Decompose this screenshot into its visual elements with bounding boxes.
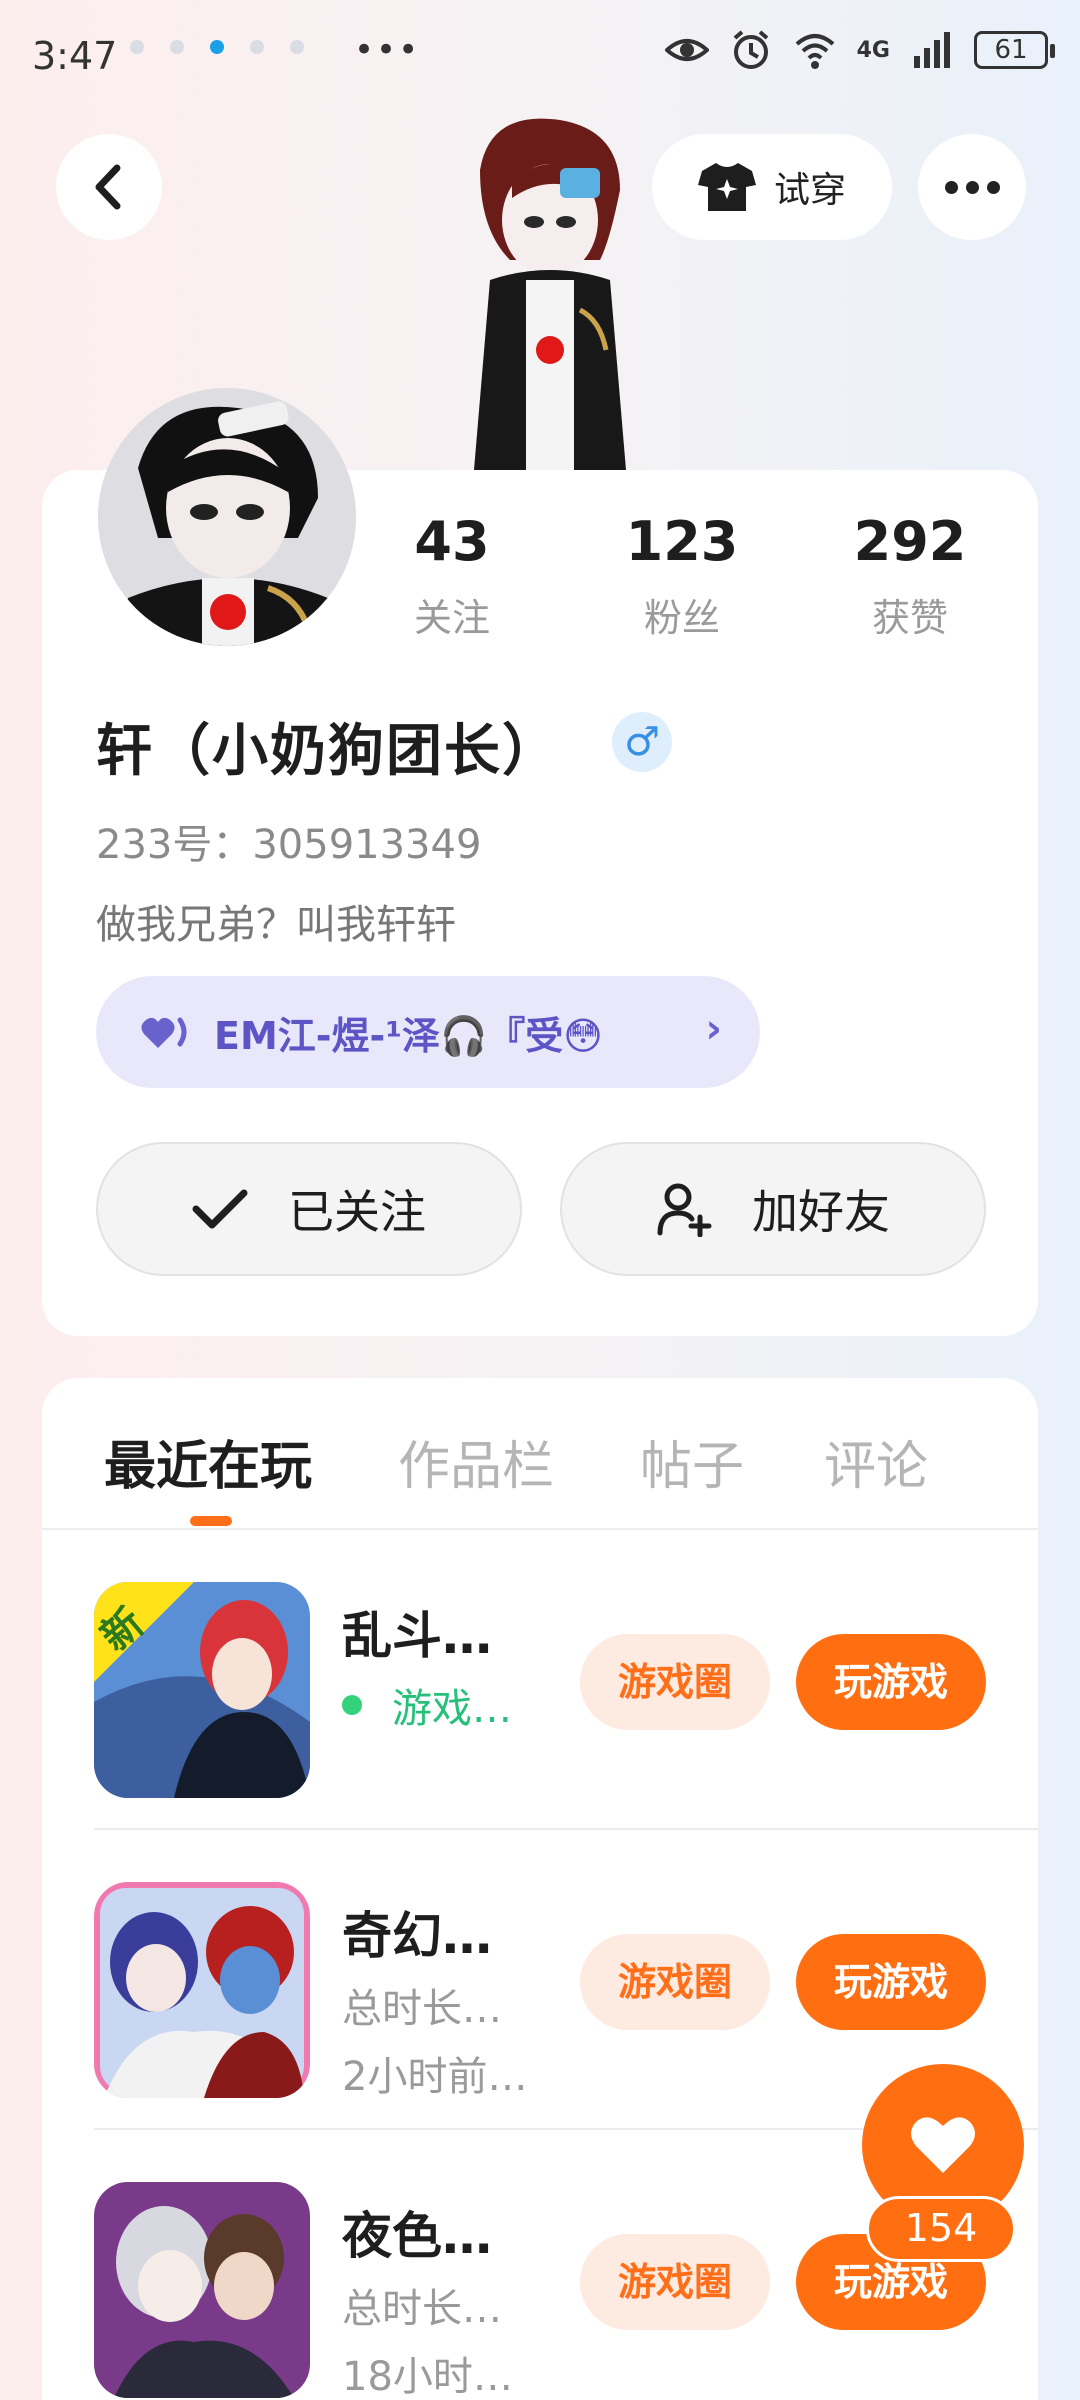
notification-icon: [290, 40, 304, 54]
heart-wave-icon: [141, 1017, 187, 1048]
more-dot: [965, 180, 979, 194]
cp-badge[interactable]: EM江-煜-¹泽🎧『受😳 ›: [96, 976, 760, 1088]
wifi-icon: [795, 34, 834, 69]
avatar-3d-figure: [450, 110, 650, 470]
game-icon[interactable]: [94, 2182, 310, 2398]
game-circle-button[interactable]: 游戏圈: [580, 1934, 770, 2030]
active-tab-indicator: [190, 1516, 232, 1526]
likes-label: 获赞: [871, 596, 948, 640]
status-right: 4G 61: [664, 28, 1055, 72]
notification-icons: [130, 40, 304, 54]
add-friend-label: 加好友: [752, 1185, 890, 1239]
game-last-played: 18小时…: [342, 2354, 513, 2400]
followers-count: 123: [625, 510, 739, 573]
tab-recently-played[interactable]: 最近在玩: [104, 1424, 312, 1499]
game-name: 乱斗…: [342, 1607, 492, 1665]
user-bio: 做我兄弟？叫我轩轩: [96, 902, 456, 948]
try-on-button[interactable]: 试穿: [652, 134, 892, 240]
stat-likes[interactable]: 292 获赞: [810, 510, 1010, 642]
back-button[interactable]: [56, 134, 162, 240]
play-game-button[interactable]: 玩游戏: [796, 1634, 986, 1730]
list-item[interactable]: 新 乱斗… 游戏… 游戏圈 玩游戏: [42, 1530, 1038, 1830]
tshirt-icon: [697, 163, 756, 211]
following-count: 43: [414, 510, 490, 573]
game-total-time: 总时长…: [342, 1986, 502, 2032]
network-type: 4G: [856, 37, 890, 63]
try-on-label: 试穿: [773, 170, 846, 211]
game-circle-button[interactable]: 游戏圈: [580, 1634, 770, 1730]
more-dot: [944, 180, 958, 194]
alarm-icon: [733, 30, 768, 69]
online-dot: [342, 1695, 362, 1715]
game-status-text: 游戏…: [392, 1686, 512, 1732]
tab-comments[interactable]: 评论: [824, 1424, 928, 1499]
notification-icon: [130, 40, 144, 54]
cp-badge-label: EM江-煜-¹泽🎧『受😳: [214, 1013, 603, 1058]
like-count: 154: [866, 2196, 1016, 2262]
game-name: 夜色…: [342, 2207, 492, 2265]
game-circle-button[interactable]: 游戏圈: [580, 2234, 770, 2330]
followed-button[interactable]: 已关注: [96, 1142, 522, 1276]
user-id[interactable]: 233号：305913349: [96, 812, 481, 870]
signal-icon: [914, 32, 950, 68]
more-notifications-icon: •••: [354, 30, 421, 70]
game-total-time: 总时长…: [342, 2286, 502, 2332]
user-nickname: 轩（小奶狗团长）: [96, 719, 560, 784]
check-icon: [192, 1189, 248, 1229]
notification-icon: [250, 40, 264, 54]
more-options-button[interactable]: [918, 134, 1026, 240]
followed-label: 已关注: [288, 1185, 426, 1239]
tab-bar: 最近在玩 作品栏 帖子 评论: [42, 1378, 1038, 1530]
avatar[interactable]: [98, 388, 356, 646]
chevron-right-icon: ›: [705, 1006, 722, 1052]
following-label: 关注: [413, 596, 490, 640]
male-gender-icon: ♂: [612, 712, 672, 772]
more-dot: [986, 180, 1000, 194]
game-icon[interactable]: [94, 1882, 310, 2098]
status-bar: 3:47 ••• 4G 61: [0, 0, 1080, 110]
game-last-played: 2小时前…: [342, 2054, 528, 2100]
play-game-button[interactable]: 玩游戏: [796, 1934, 986, 2030]
followers-label: 粉丝: [643, 596, 720, 640]
tab-works[interactable]: 作品栏: [398, 1424, 554, 1499]
notification-icon: [210, 40, 224, 54]
notification-icon: [170, 40, 184, 54]
game-name: 奇幻…: [342, 1907, 492, 1965]
eye-icon: [664, 39, 709, 61]
back-arrow-icon: [95, 164, 121, 210]
status-time: 3:47: [32, 34, 118, 78]
tab-posts[interactable]: 帖子: [640, 1424, 744, 1499]
online-status: 游戏…: [342, 1676, 512, 1734]
battery-indicator: 61: [974, 31, 1055, 69]
stat-followers[interactable]: 123 粉丝: [582, 510, 782, 642]
stat-following[interactable]: 43 关注: [352, 510, 552, 642]
likes-count: 292: [853, 510, 967, 573]
add-friend-button[interactable]: 加好友: [560, 1142, 986, 1276]
add-user-icon: [657, 1183, 712, 1237]
game-icon[interactable]: 新: [94, 1582, 310, 1798]
heart-icon: [911, 2117, 975, 2173]
